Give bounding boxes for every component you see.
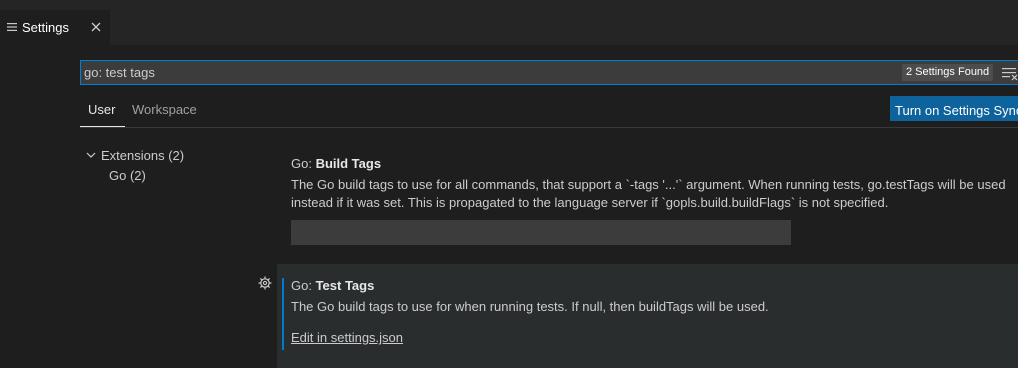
settings-count-badge: 2 Settings Found xyxy=(902,64,994,81)
edit-in-settings-json-link[interactable]: Edit in settings.json xyxy=(291,330,403,345)
setting-category: Go: xyxy=(291,156,316,171)
setting-description: The Go build tags to use for all command… xyxy=(291,177,1006,210)
settings-search-box: 2 Settings Found xyxy=(80,60,1018,85)
editor-tab-bar: Settings xyxy=(0,10,1018,45)
build-tags-input[interactable] xyxy=(291,220,791,245)
toc-extensions-group[interactable]: Extensions (2) xyxy=(84,146,184,164)
scope-tabs: User Workspace Turn on Settings Sync xyxy=(80,96,1018,128)
setting-test-tags: Go: Test Tags The Go build tags to use f… xyxy=(277,264,1018,368)
tab-workspace[interactable]: Workspace xyxy=(132,102,197,117)
turn-on-settings-sync-button[interactable]: Turn on Settings Sync xyxy=(890,96,1018,121)
setting-build-tags: Go: Build Tags The Go build tags to use … xyxy=(277,145,1018,260)
tab-settings[interactable]: Settings xyxy=(0,10,110,45)
active-tab-indicator xyxy=(80,126,125,127)
window-top-strip xyxy=(0,0,1018,10)
gear-icon[interactable] xyxy=(258,276,272,290)
tab-settings-label: Settings xyxy=(22,20,69,35)
setting-description: The Go build tags to use for when runnin… xyxy=(291,299,769,314)
setting-category: Go: xyxy=(291,278,316,293)
setting-title: Go: Test Tags xyxy=(291,278,374,293)
settings-search-input[interactable] xyxy=(84,64,884,81)
focus-indicator xyxy=(282,278,284,350)
setting-name: Build Tags xyxy=(315,156,382,171)
chevron-down-icon xyxy=(86,152,96,158)
settings-list-icon xyxy=(7,23,17,31)
toc-extensions-label: Extensions (2) xyxy=(101,147,185,163)
setting-name: Test Tags xyxy=(315,278,375,293)
toc-item-go[interactable]: Go (2) xyxy=(109,168,146,183)
setting-title: Go: Build Tags xyxy=(291,156,381,171)
close-icon[interactable] xyxy=(88,19,104,35)
tab-user[interactable]: User xyxy=(88,102,115,117)
clear-filter-icon[interactable] xyxy=(1002,65,1018,81)
